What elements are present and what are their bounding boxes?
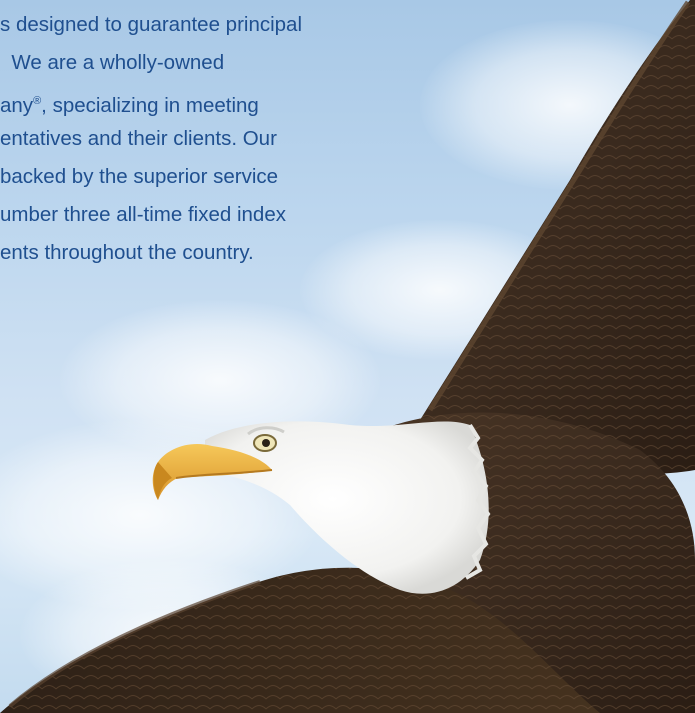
intro-line-3-end: , specializing in meeting <box>41 94 259 117</box>
intro-line-7: ents throughout the country. <box>0 241 254 264</box>
intro-paragraph: s designed to guarantee principal We are… <box>0 6 440 272</box>
intro-line-1: s designed to guarantee principal <box>0 13 303 36</box>
eagle-pupil <box>262 439 270 447</box>
upper-wing-texture <box>420 0 695 475</box>
intro-line-4: entatives and their clients. Our <box>0 127 277 150</box>
intro-line-3: any®, specializing in meeting <box>0 82 440 120</box>
intro-line-2: We are a wholly-owned <box>0 51 225 74</box>
intro-line-5: backed by the superior service <box>0 165 279 188</box>
registered-mark: ® <box>33 95 42 107</box>
intro-line-6: umber three all-time fixed index <box>0 203 286 226</box>
intro-line-3-start: any <box>0 94 34 117</box>
